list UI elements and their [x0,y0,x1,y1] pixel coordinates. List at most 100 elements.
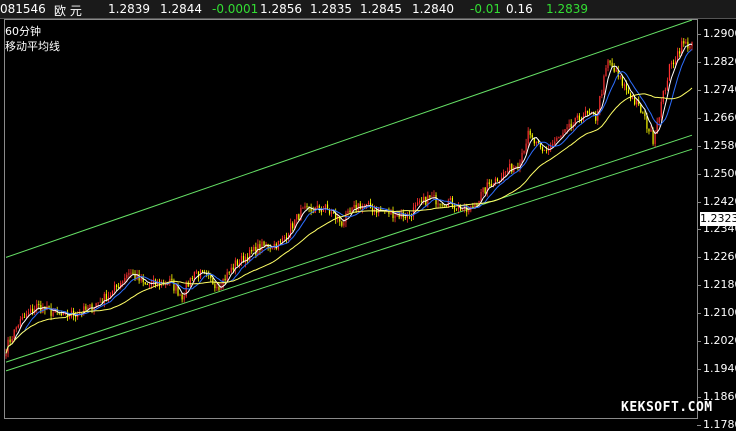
candle-up [615,70,617,72]
candle-up [576,115,578,118]
candle-down [496,178,499,182]
candle-down [441,204,443,206]
candle-up [19,319,21,326]
candle-down [269,247,271,249]
candle-down [629,93,632,99]
candle-up [304,206,306,208]
candle-up [216,286,218,289]
candle-down [642,112,644,114]
candle-up [17,325,19,328]
y-tick-mark [697,397,701,399]
candle-up [183,296,185,300]
candle-down [476,204,478,206]
candle-up [52,312,54,316]
candle-up [367,202,370,205]
candle-down [146,283,148,285]
candle-up [322,209,325,212]
y-tick-label: 1.2020 [703,334,736,348]
candle-up [271,247,273,249]
candle-up [623,84,626,86]
candle-up [68,316,71,318]
candle-up [357,203,359,211]
candle-up [29,308,32,313]
candle-up [423,196,425,202]
candle-up [681,41,683,54]
candle-down [320,210,322,212]
candle-up [179,294,181,296]
candles [5,37,693,359]
candle-up [552,143,554,146]
candle-up [558,136,560,139]
candle-up [193,271,196,280]
candle-up [535,141,537,144]
candle-up [543,150,546,151]
candle-down [627,90,630,94]
trend-line-upper [5,19,693,258]
candle-down [201,270,204,272]
candle-up [140,278,142,281]
candle-up [15,327,17,330]
candle-up [113,285,116,291]
candle-up [165,284,167,285]
candle-down [255,246,257,255]
y-tick-mark [697,424,701,426]
candle-up [122,281,124,283]
candle-up [261,241,263,251]
candle-down [541,147,544,151]
candle-down [251,249,253,252]
candle-up [507,170,509,172]
candle-down [298,214,300,221]
candle-up [658,117,660,123]
candle-up [302,207,304,209]
candle-up [419,200,421,203]
candle-down [38,304,40,306]
candle-up [330,212,333,214]
candle-up [474,204,476,208]
candle-up [607,60,609,69]
candle-up [226,272,228,281]
candle-down [279,240,282,242]
y-tick-mark [697,369,701,371]
candlestick-chart[interactable] [0,0,736,423]
candle-down [537,141,540,143]
candle-down [625,84,628,91]
y-tick-mark [697,61,701,63]
candle-up [347,210,349,214]
candle-up [605,68,607,77]
y-tick-label: 1.2420 [703,194,736,208]
candle-up [462,209,464,211]
candle-up [689,46,691,49]
candle-up [562,132,564,136]
candle-up [25,314,28,318]
candle-up [416,202,419,206]
candle-down [640,104,642,113]
candle-down [453,206,456,209]
candle-down [306,206,308,208]
candle-down [212,277,214,285]
candle-up [654,133,656,144]
y-tick-mark [697,341,701,343]
candle-down [578,115,580,120]
y-tick-mark [697,89,701,91]
y-tick-mark [697,313,701,315]
candle-up [650,129,652,132]
y-tick-mark [697,145,701,147]
candle-up [253,246,255,252]
candle-down [613,67,615,72]
candle-down [349,210,351,213]
candle-up [631,97,634,99]
candle-up [525,143,527,151]
candle-down [484,187,486,194]
candle-down [60,313,62,316]
candle-down [421,200,423,202]
candle-up [480,192,482,201]
y-tick-label: 1.2900 [703,26,736,40]
candle-up [249,249,251,261]
y-tick-label: 1.2820 [703,54,736,68]
y-tick-label: 1.2500 [703,166,736,180]
candle-down [404,217,406,218]
candle-down [333,212,335,214]
candle-down [570,123,572,128]
candle-down [191,278,193,280]
candle-down [586,110,589,114]
